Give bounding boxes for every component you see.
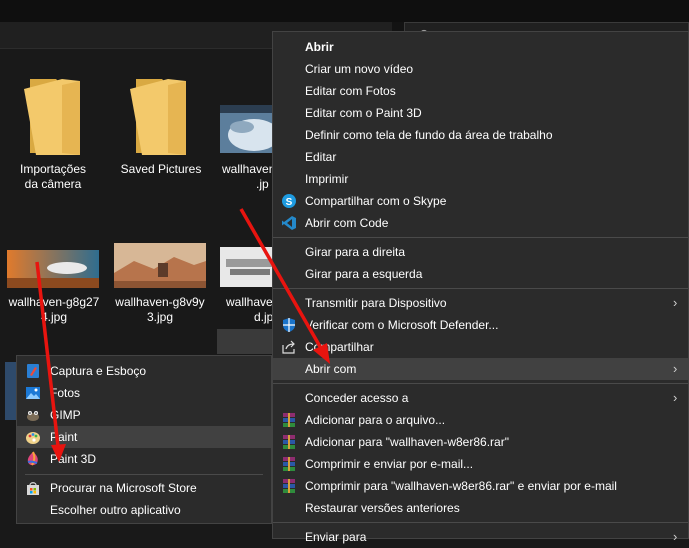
annotation-arrow bbox=[35, 261, 66, 462]
annotation-arrow bbox=[239, 208, 330, 364]
annotation-arrows bbox=[35, 208, 330, 462]
